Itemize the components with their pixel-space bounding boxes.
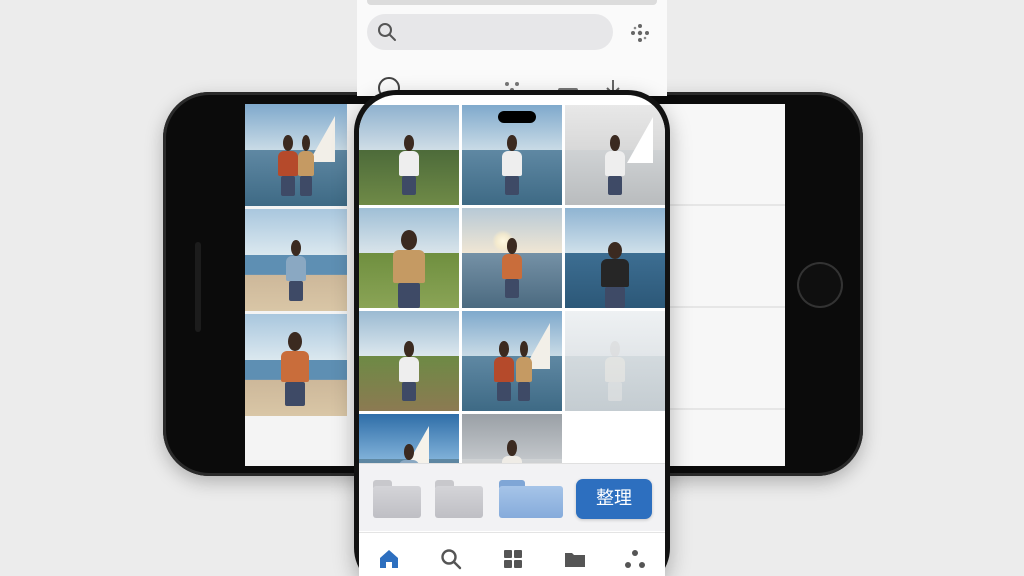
bottom-nav [359, 532, 665, 576]
home-icon[interactable] [377, 547, 401, 571]
top-strip [367, 0, 657, 5]
folder-tray: 整理 [359, 463, 665, 531]
photo-thumbnail[interactable] [565, 311, 665, 411]
photo-thumbnail[interactable] [359, 311, 459, 411]
photo-grid [359, 105, 665, 514]
photo-thumbnail[interactable] [462, 208, 562, 308]
grid-icon[interactable] [501, 547, 525, 571]
side-button [195, 242, 201, 332]
search-icon [378, 23, 396, 41]
photo-thumbnail[interactable] [359, 105, 459, 205]
landscape-photo-grid [245, 104, 349, 416]
search-input[interactable] [367, 14, 613, 50]
app-top-panel [357, 0, 667, 96]
organize-button[interactable]: 整理 [576, 479, 652, 519]
share-icon[interactable] [623, 547, 647, 571]
folder-open-icon[interactable] [499, 480, 563, 518]
portrait-screen: 整理 [359, 95, 665, 576]
photo-thumbnail[interactable] [565, 105, 665, 205]
photo-thumbnail[interactable] [245, 209, 347, 311]
photo-thumbnail[interactable] [359, 208, 459, 308]
folder-icon[interactable] [435, 480, 483, 518]
landscape-blank-column [665, 104, 785, 466]
folder-icon[interactable] [563, 547, 587, 571]
search-icon[interactable] [439, 547, 463, 571]
portrait-phone: 整理 [354, 90, 670, 576]
dynamic-island [498, 111, 536, 123]
home-button[interactable] [799, 264, 841, 306]
photo-thumbnail[interactable] [462, 311, 562, 411]
sparkle-icon[interactable] [629, 22, 651, 44]
folder-icon[interactable] [373, 480, 421, 518]
photo-thumbnail[interactable] [245, 314, 347, 416]
photo-thumbnail[interactable] [245, 104, 347, 206]
photo-thumbnail[interactable] [565, 208, 665, 308]
